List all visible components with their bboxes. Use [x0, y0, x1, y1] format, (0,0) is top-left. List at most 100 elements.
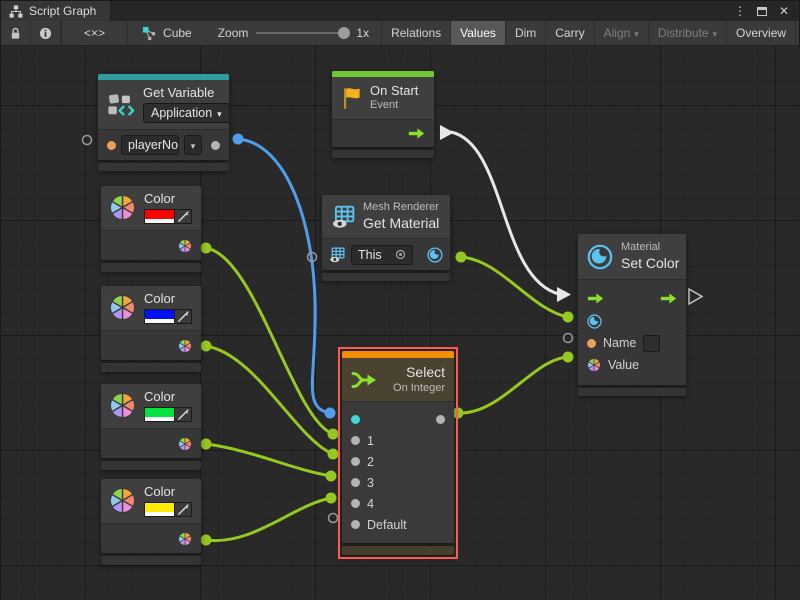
- button-label: Carry: [555, 26, 584, 40]
- graph-tab-icon: [9, 5, 23, 18]
- color-output-port[interactable]: [178, 532, 192, 546]
- maximize-icon[interactable]: [753, 2, 771, 20]
- toolbar-button-overview[interactable]: Overview: [727, 21, 796, 45]
- select-option-row[interactable]: 2: [342, 451, 454, 472]
- color-wheel-icon: [109, 294, 136, 321]
- toolbar-button-distribute[interactable]: Distribute ▾: [649, 21, 727, 45]
- color-swatch[interactable]: [144, 309, 175, 324]
- flow-output-arrow-icon[interactable]: [408, 128, 425, 139]
- wire-color2-to-select[interactable]: [206, 346, 333, 454]
- mesh-renderer-icon: [331, 205, 355, 229]
- node-subtitle: Event: [370, 99, 418, 113]
- name-input[interactable]: [643, 335, 660, 352]
- name-input-port[interactable]: [587, 339, 596, 348]
- select-option-row[interactable]: 4: [342, 493, 454, 514]
- material-icon: [587, 244, 613, 270]
- eyedropper-button[interactable]: [175, 407, 192, 422]
- color-output-port[interactable]: [178, 339, 192, 353]
- alpha-strip: [145, 417, 174, 421]
- alpha-strip: [145, 319, 174, 323]
- toolbar-button-dim[interactable]: Dim: [506, 21, 546, 45]
- zoom-slider[interactable]: [256, 32, 348, 34]
- scope-value: Application: [151, 106, 212, 120]
- renderer-target-port[interactable]: [329, 247, 345, 263]
- object-picker-icon[interactable]: [395, 249, 406, 260]
- color-output-port[interactable]: [178, 239, 192, 253]
- graph-network-icon: [142, 26, 157, 41]
- node-set-color[interactable]: Material Set Color Name: [578, 234, 686, 396]
- node-color-green[interactable]: Color: [101, 384, 201, 470]
- wire-playerno-to-select[interactable]: [238, 139, 330, 413]
- select-option-row[interactable]: Default: [342, 514, 454, 535]
- eyedropper-button[interactable]: [175, 309, 192, 324]
- node-title: On Start: [370, 83, 418, 99]
- inspect-button[interactable]: [31, 21, 61, 45]
- window-controls: ⋮ ✕: [731, 1, 799, 21]
- graph-canvas[interactable]: Get Variable Application ▾ playerNo ▾: [1, 46, 800, 600]
- variable-dropdown-button[interactable]: ▾: [184, 135, 202, 155]
- node-get-variable[interactable]: Get Variable Application ▾ playerNo ▾: [98, 74, 229, 171]
- graph-reference-label: Cube: [163, 26, 192, 40]
- variable-name-value: playerNo: [128, 138, 178, 152]
- info-icon: [39, 27, 52, 40]
- eyedropper-button[interactable]: [175, 502, 192, 517]
- color-swatch[interactable]: [144, 407, 175, 422]
- option-port[interactable]: [351, 436, 360, 445]
- variable-output-port[interactable]: [211, 141, 220, 150]
- select-option-row[interactable]: 3: [342, 472, 454, 493]
- button-label: Values: [460, 26, 496, 40]
- variable-name-port[interactable]: [107, 141, 116, 150]
- wire-color3-to-select[interactable]: [206, 444, 331, 476]
- node-get-material[interactable]: Mesh Renderer Get Material This: [322, 195, 450, 281]
- selector-input-port[interactable]: [351, 415, 360, 424]
- option-port[interactable]: [351, 499, 360, 508]
- eyedropper-icon: [177, 504, 189, 516]
- toolbar-button-values[interactable]: Values: [451, 21, 506, 45]
- toolbar-button-align[interactable]: Align ▾: [595, 21, 649, 45]
- node-color-blue[interactable]: Color: [101, 286, 201, 372]
- node-select[interactable]: Select On Integer 1 2: [342, 351, 454, 555]
- wire-color4-to-select[interactable]: [206, 498, 331, 541]
- color-swatch[interactable]: [144, 209, 175, 224]
- window-menu-icon[interactable]: ⋮: [731, 2, 749, 20]
- value-input-port[interactable]: [587, 358, 601, 372]
- color-output-port[interactable]: [178, 437, 192, 451]
- color-swatch[interactable]: [144, 502, 175, 517]
- material-output-port[interactable]: [427, 247, 443, 263]
- eyedropper-icon: [177, 409, 189, 421]
- graph-reference[interactable]: Cube: [128, 21, 206, 45]
- node-footer: [101, 263, 201, 272]
- flow-input-arrow-icon[interactable]: [587, 293, 604, 304]
- material-input-port[interactable]: [587, 314, 602, 329]
- edit-source-button[interactable]: <×>: [62, 21, 128, 45]
- wire-color1-to-select[interactable]: [206, 248, 333, 434]
- node-title: Color: [144, 191, 192, 207]
- variable-scope-dropdown[interactable]: Application ▾: [143, 103, 229, 123]
- target-input[interactable]: This: [351, 245, 413, 265]
- node-title: Color: [144, 484, 192, 500]
- toolbar-button-relations[interactable]: Relations: [382, 21, 451, 45]
- node-color-yellow[interactable]: Color: [101, 479, 201, 565]
- zoom-slider-handle[interactable]: [338, 27, 350, 39]
- node-color-red[interactable]: Color: [101, 186, 201, 272]
- toolbar-button-carry[interactable]: Carry: [546, 21, 594, 45]
- wire-select-to-value[interactable]: [458, 357, 568, 413]
- select-output-port[interactable]: [436, 415, 445, 424]
- option-label: 2: [367, 455, 374, 469]
- toolbar-button-fullscreen[interactable]: Full Screen: [796, 21, 800, 45]
- eyedropper-button[interactable]: [175, 209, 192, 224]
- flow-output-arrow-icon[interactable]: [660, 293, 677, 304]
- variable-name-input[interactable]: playerNo: [121, 135, 179, 155]
- option-port[interactable]: [351, 457, 360, 466]
- lock-button[interactable]: [1, 21, 31, 45]
- option-port[interactable]: [351, 478, 360, 487]
- name-label: Name: [603, 336, 636, 350]
- wire-getmaterial-to-setcolor[interactable]: [461, 257, 568, 317]
- node-on-start[interactable]: On Start Event: [332, 71, 434, 158]
- node-footer: [101, 363, 201, 372]
- tab-script-graph[interactable]: Script Graph: [1, 1, 111, 21]
- wire-onstart-to-setcolor[interactable]: [451, 132, 559, 294]
- select-option-row[interactable]: 1: [342, 430, 454, 451]
- close-icon[interactable]: ✕: [775, 2, 793, 20]
- option-port[interactable]: [351, 520, 360, 529]
